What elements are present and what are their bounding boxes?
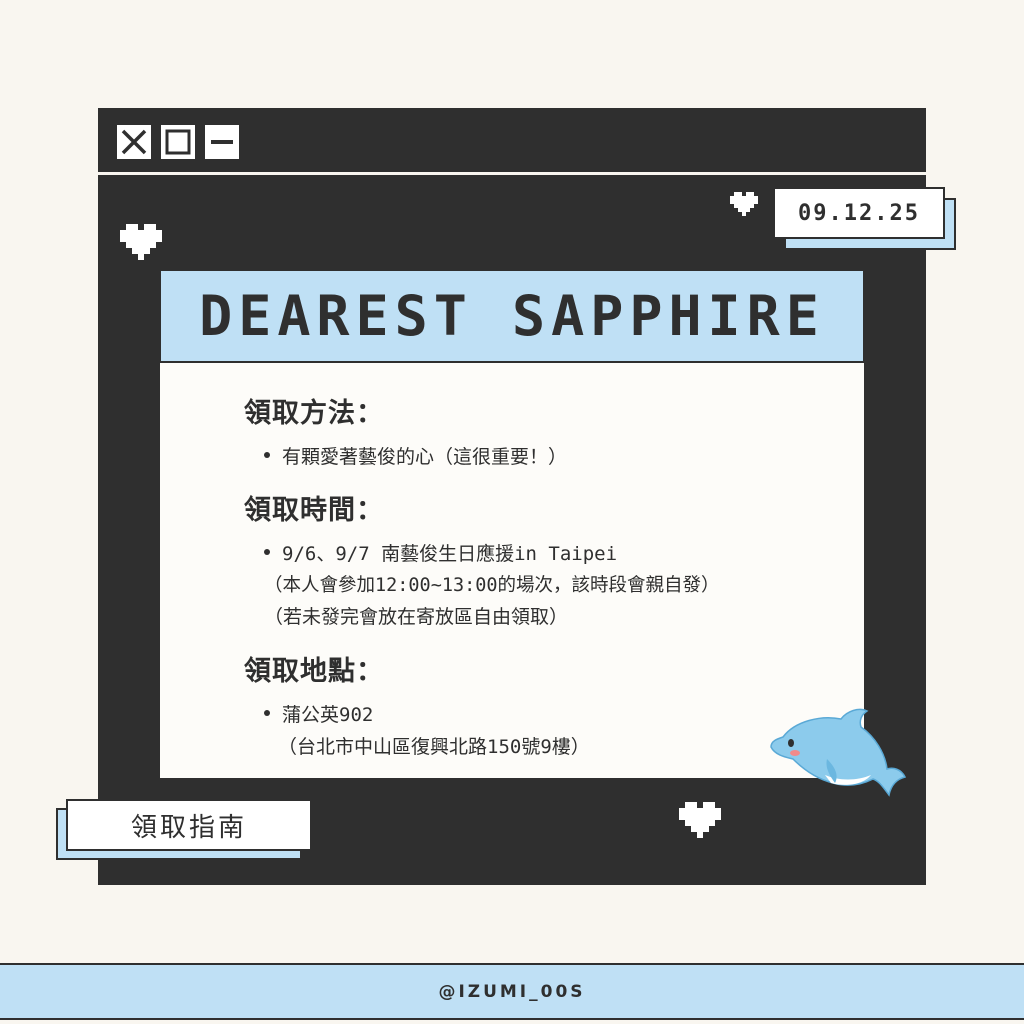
guide-label: 領取指南: [66, 799, 312, 851]
time-note-line: （本人會參加12:00~13:00的場次，該時段會親自發）: [264, 575, 720, 596]
time-line: 9/6、9/7 南藝俊生日應援in Taipei: [282, 543, 618, 565]
maximize-icon[interactable]: [161, 125, 195, 159]
method-line: 有顆愛著藝俊的心（這很重要！）: [282, 446, 568, 468]
section-heading-method: 領取方法：: [244, 398, 384, 429]
titlebar-divider: [98, 172, 926, 175]
address-line: （台北市中山區復興北路150號9樓）: [278, 736, 590, 758]
close-icon[interactable]: [117, 125, 151, 159]
bullet-icon: [264, 549, 270, 555]
time-note-line: （若未發完會放在寄放區自由領取）: [264, 606, 569, 628]
dolphin-illustration: [765, 705, 907, 805]
pixel-heart-icon: [120, 224, 162, 260]
bullet-icon: [264, 452, 270, 458]
page-title: DEAREST SAPPHIRE: [159, 269, 865, 363]
section-heading-location: 領取地點：: [244, 656, 384, 687]
location-line: 蒲公英902: [282, 704, 374, 726]
minimize-icon[interactable]: [205, 125, 239, 159]
footer-handle: @IZUMI_00S: [0, 963, 1024, 1020]
pixel-heart-icon: [679, 802, 721, 838]
date-badge: 09.12.25: [773, 187, 945, 239]
section-heading-time: 領取時間：: [244, 495, 384, 526]
bullet-icon: [264, 710, 270, 716]
pixel-heart-icon: [730, 192, 758, 216]
